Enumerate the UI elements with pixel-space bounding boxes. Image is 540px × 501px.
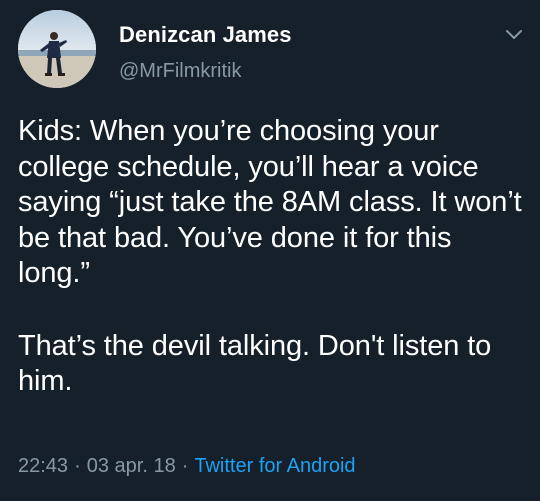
tweet-paragraph: That’s the devil talking. Don't listen t… <box>18 329 492 398</box>
profile-photo <box>18 10 96 88</box>
tweet-time[interactable]: 22:43 <box>18 455 68 477</box>
user-handle[interactable]: @MrFilmkritik <box>119 60 242 83</box>
tweet-card: Denizcan James @MrFilmkritik Kids: When … <box>0 0 540 501</box>
chevron-down-icon[interactable] <box>502 22 526 46</box>
tweet-source-link[interactable]: Twitter for Android <box>194 455 355 477</box>
tweet-date[interactable]: 03 apr. 18 <box>87 455 176 477</box>
meta-separator: · <box>74 455 81 477</box>
tweet-text: Kids: When you’re choosing your college … <box>18 114 528 400</box>
avatar[interactable] <box>18 10 96 88</box>
tweet-meta: 22:43 · 03 apr. 18 · Twitter for Android <box>18 455 356 478</box>
tweet-paragraph: Kids: When you’re choosing your college … <box>18 115 522 289</box>
meta-separator: · <box>181 455 189 477</box>
display-name[interactable]: Denizcan James <box>119 22 292 48</box>
